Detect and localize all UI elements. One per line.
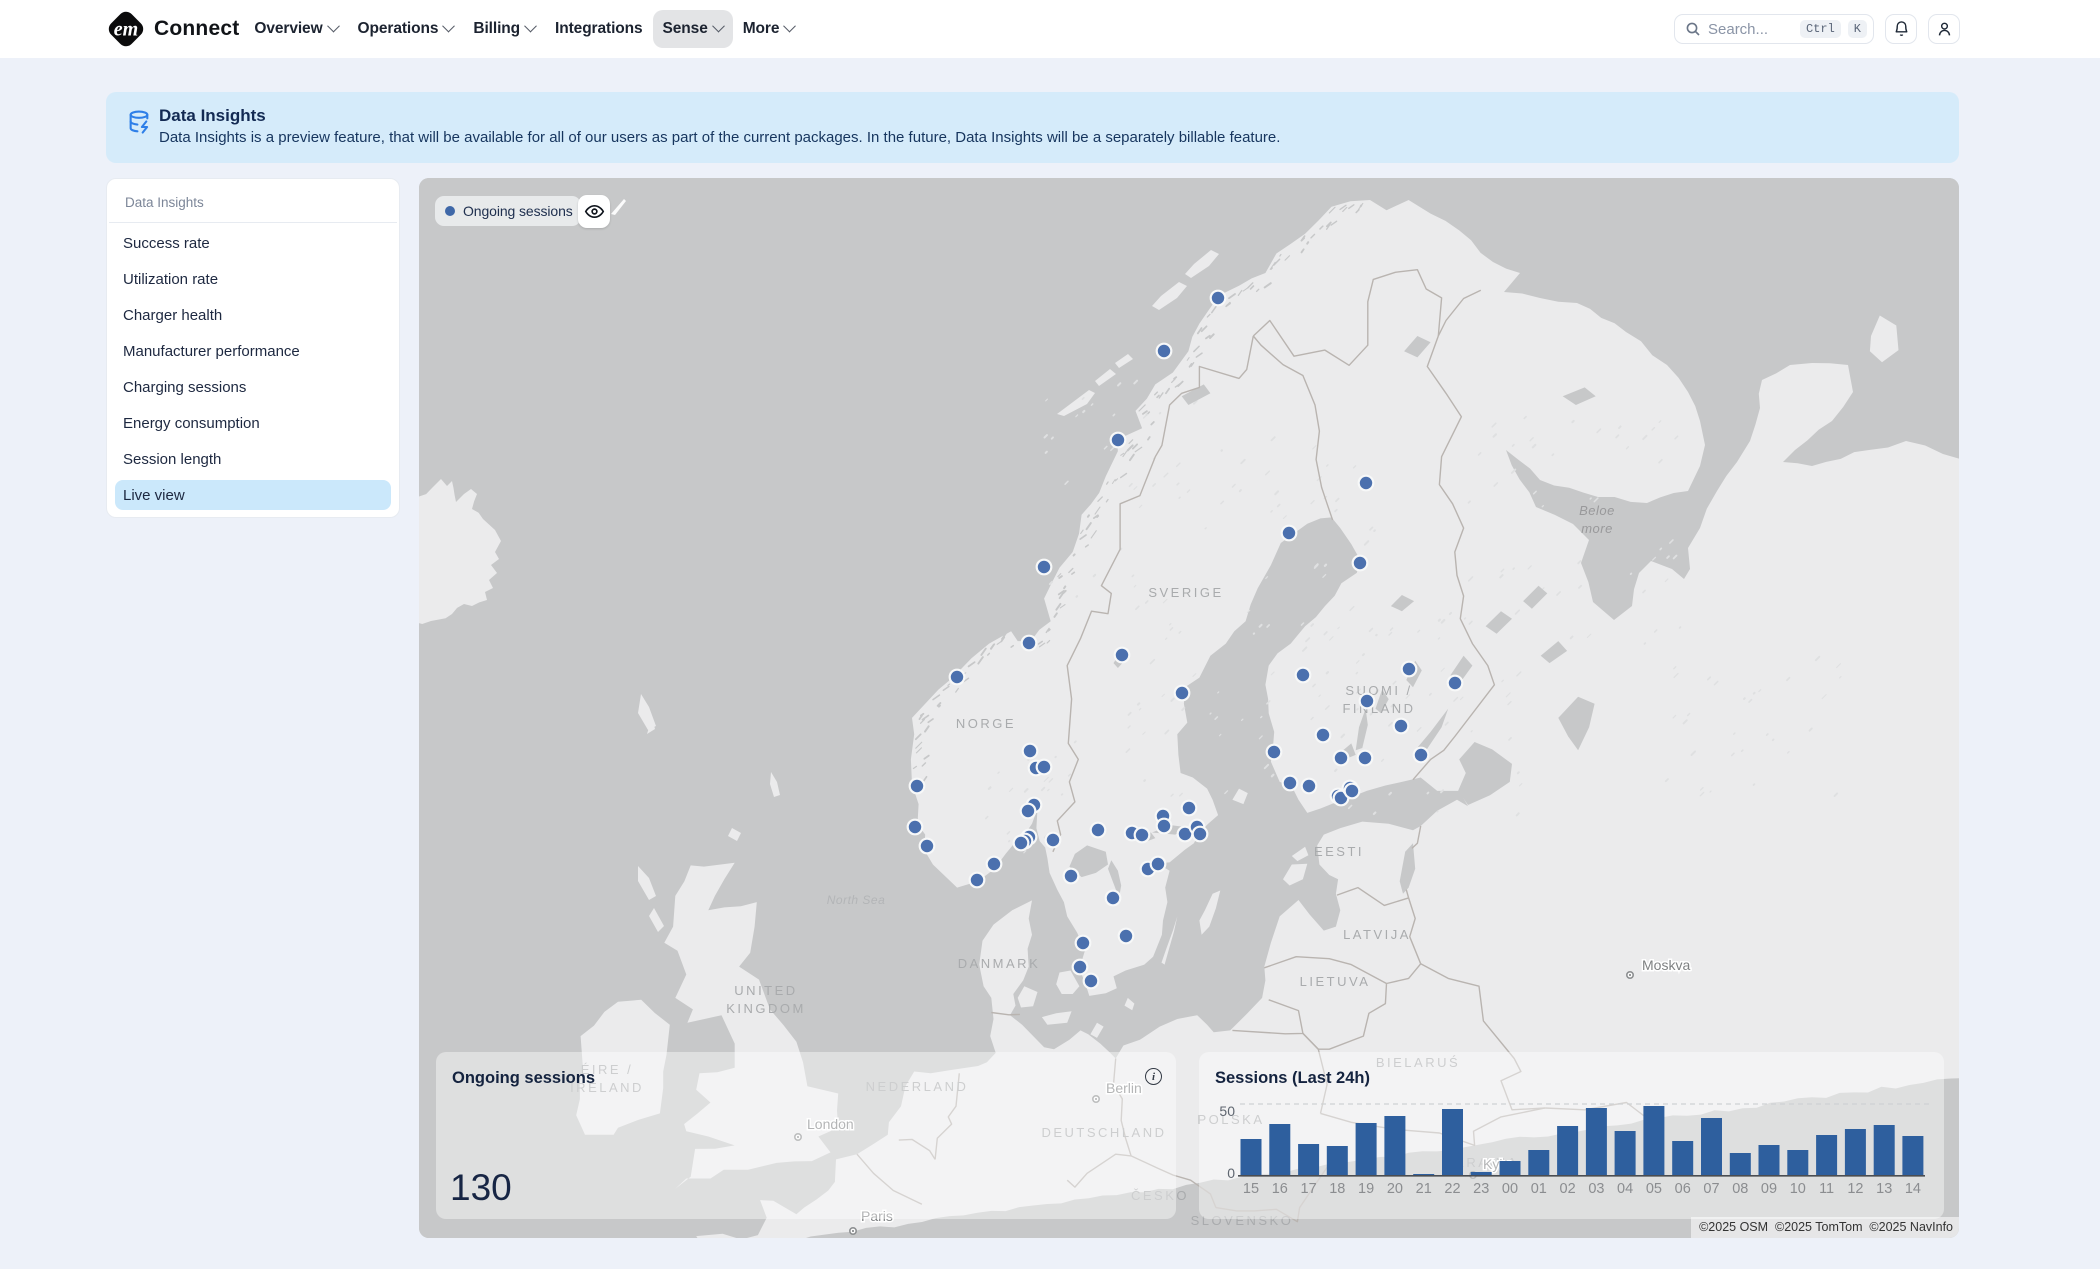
svg-text:North Sea: North Sea [827,893,886,907]
svg-text:EESTI: EESTI [1314,844,1364,859]
svg-text:10: 10 [1790,1181,1806,1197]
svg-text:SVERIGE: SVERIGE [1148,585,1223,600]
svg-text:03: 03 [1588,1181,1604,1197]
svg-text:07: 07 [1703,1181,1719,1197]
svg-text:23: 23 [1473,1181,1489,1197]
svg-text:06: 06 [1675,1181,1691,1197]
svg-text:04: 04 [1617,1181,1633,1197]
svg-text:18: 18 [1329,1181,1345,1197]
svg-text:14: 14 [1905,1181,1921,1197]
svg-text:11: 11 [1819,1181,1834,1197]
svg-text:more: more [1581,521,1613,536]
svg-text:08: 08 [1732,1181,1748,1197]
svg-text:em: em [114,19,138,41]
svg-text:12: 12 [1847,1181,1863,1197]
svg-text:21: 21 [1416,1181,1432,1197]
svg-text:LATVIJA: LATVIJA [1343,927,1411,942]
svg-text:01: 01 [1531,1181,1547,1197]
svg-text:13: 13 [1876,1181,1892,1197]
svg-text:0: 0 [1227,1165,1235,1181]
svg-text:16: 16 [1272,1181,1288,1197]
svg-text:02: 02 [1560,1181,1576,1197]
svg-text:22: 22 [1444,1181,1460,1197]
svg-text:FINLAND: FINLAND [1342,701,1415,716]
svg-text:Moskva: Moskva [1642,957,1690,973]
svg-text:DANMARK: DANMARK [958,956,1041,971]
svg-text:17: 17 [1301,1181,1317,1197]
svg-text:ÍSLAND: ÍSLAND [419,557,421,572]
svg-text:50: 50 [1219,1103,1235,1119]
svg-text:19: 19 [1358,1181,1374,1197]
svg-text:SUOMI /: SUOMI / [1345,683,1412,698]
svg-text:Beloe: Beloe [1579,503,1615,518]
svg-text:00: 00 [1502,1181,1518,1197]
svg-text:UNITED: UNITED [734,983,797,998]
svg-text:NORGE: NORGE [956,716,1016,731]
svg-text:KINGDOM: KINGDOM [726,1001,806,1016]
svg-text:15: 15 [1243,1181,1259,1197]
svg-text:05: 05 [1646,1181,1662,1197]
svg-text:20: 20 [1387,1181,1403,1197]
svg-text:LIETUVA: LIETUVA [1300,974,1371,989]
svg-text:09: 09 [1761,1181,1777,1197]
